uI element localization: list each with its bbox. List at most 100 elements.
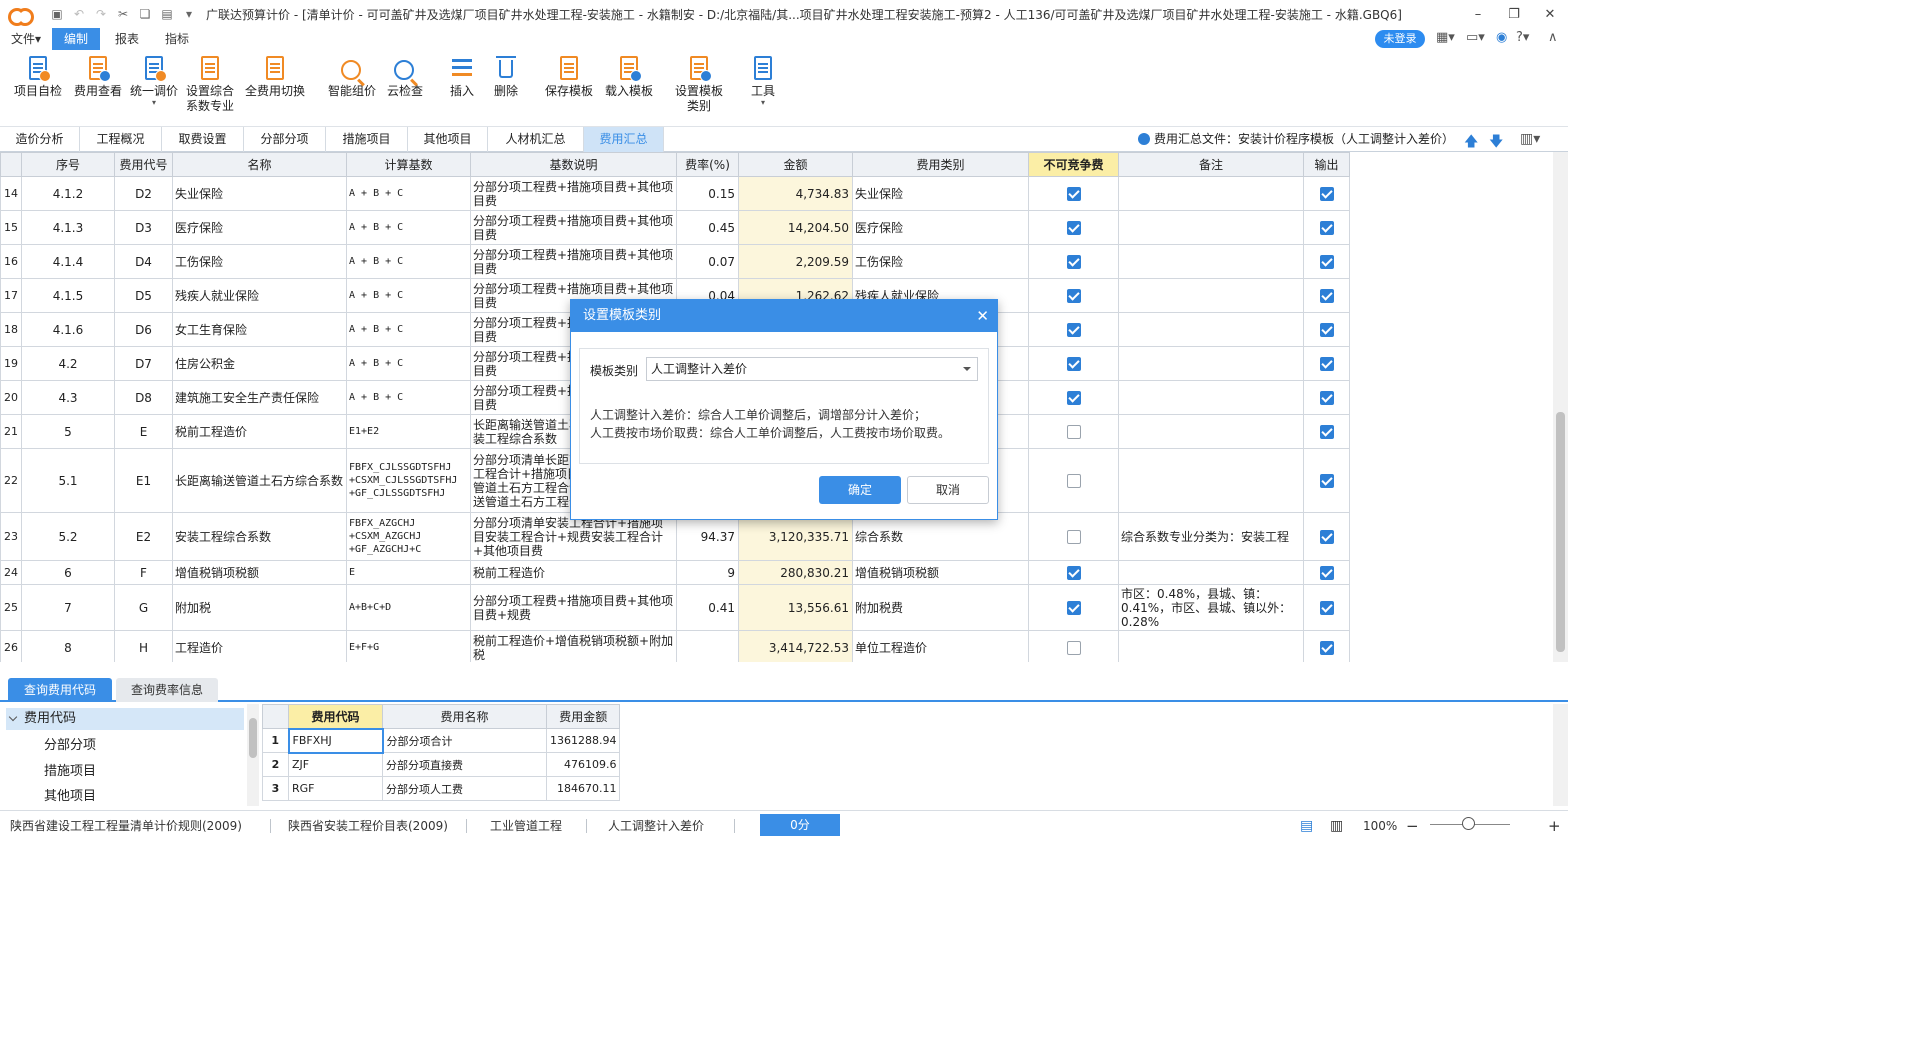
tab-sub-items[interactable]: 分部分项	[244, 127, 326, 152]
code-cell-name[interactable]: 分部分项合计	[382, 728, 547, 753]
cell-seq[interactable]: 4.2	[21, 346, 115, 381]
row-number[interactable]: 17	[0, 278, 22, 313]
cell-seq[interactable]: 4.1.2	[21, 176, 115, 211]
cell-rate[interactable]: 0.41	[676, 584, 739, 631]
full-cost-switch-button[interactable]: 全费用切换	[242, 52, 308, 124]
cell-code[interactable]: D5	[114, 278, 173, 313]
col-base[interactable]: 计算基数	[346, 152, 471, 177]
cell-base[interactable]: A + B + C	[346, 176, 471, 211]
col-seq[interactable]: 序号	[21, 152, 115, 177]
cell-base-desc[interactable]: 分部分项工程费+措施项目费+其他项目费	[470, 210, 677, 245]
cell-name[interactable]: 女工生育保险	[172, 312, 347, 347]
col-amount[interactable]: 金额	[738, 152, 853, 177]
cell-name[interactable]: 残疾人就业保险	[172, 278, 347, 313]
cell-base-desc[interactable]: 税前工程造价+增值税销项税额+附加税	[470, 630, 677, 662]
cell-name[interactable]: 增值税销项税额	[172, 560, 347, 585]
tab-cost-analysis[interactable]: 造价分析	[0, 127, 80, 152]
cell-seq[interactable]: 5.1	[21, 448, 115, 513]
redo-icon[interactable]: ↷	[92, 7, 110, 21]
cell-base[interactable]: A + B + C	[346, 312, 471, 347]
checkbox-checked[interactable]	[1066, 220, 1081, 235]
cell-code[interactable]: D7	[114, 346, 173, 381]
cell-note[interactable]	[1118, 630, 1304, 662]
cell-code[interactable]: G	[114, 584, 173, 631]
cell-base[interactable]: A + B + C	[346, 244, 471, 279]
tree-item-other[interactable]: 其他项目	[44, 785, 96, 804]
code-cell-name[interactable]: 分部分项直接费	[382, 752, 547, 777]
cell-note[interactable]	[1118, 414, 1304, 449]
row-number[interactable]: 18	[0, 312, 22, 347]
table-row[interactable]: 14 4.1.2 D2 失业保险 A + B + C 分部分项工程费+措施项目费+其他项目…	[0, 176, 1350, 211]
cell-name[interactable]: 税前工程造价	[172, 414, 347, 449]
paste-icon[interactable]: ▤	[158, 7, 176, 21]
checkbox-unchecked[interactable]	[1066, 473, 1081, 488]
tree-item-measures[interactable]: 措施项目	[44, 760, 96, 779]
cell-rate[interactable]	[676, 630, 739, 662]
checkbox-checked[interactable]	[1319, 254, 1334, 269]
cell-seq[interactable]: 4.1.5	[21, 278, 115, 313]
cell-rate[interactable]: 0.07	[676, 244, 739, 279]
cell-base-desc[interactable]: 税前工程造价	[470, 560, 677, 585]
checkbox-checked[interactable]	[1066, 186, 1081, 201]
grid-view-icon[interactable]: ▦▾	[1436, 30, 1455, 45]
cell-note[interactable]	[1118, 312, 1304, 347]
customize-icon[interactable]: ▾	[180, 7, 198, 21]
cell-base[interactable]: E1+E2	[346, 414, 471, 449]
collapse-ribbon-icon[interactable]: ∧	[1548, 30, 1558, 45]
cell-base[interactable]: A + B + C	[346, 346, 471, 381]
col-name[interactable]: 名称	[172, 152, 347, 177]
project-check-button[interactable]: 项目自检	[10, 52, 66, 124]
cell-name[interactable]: 附加税	[172, 584, 347, 631]
cell-base-desc[interactable]: 分部分项工程费+措施项目费+其他项目费	[470, 176, 677, 211]
close-window-button[interactable]: ✕	[1532, 0, 1568, 28]
code-cell-code[interactable]: ZJF	[288, 752, 383, 777]
tab-query-rate-info[interactable]: 查询费率信息	[116, 678, 218, 702]
code-col-amount[interactable]: 费用金额	[545, 704, 621, 729]
table-row[interactable]: 24 6 F 增值税销项税额 E 税前工程造价 9 280,830.21 增值税销项税额	[0, 560, 1350, 585]
status-price-list[interactable]: 陕西省安装工程价目表(2009)	[288, 811, 448, 841]
row-number[interactable]: 15	[0, 210, 22, 245]
cell-rate[interactable]: 0.15	[676, 176, 739, 211]
table-row[interactable]: 25 7 G 附加税 A+B+C+D 分部分项工程费+措施项目费+其他项目费+规费 0.41…	[0, 584, 1350, 631]
table-row[interactable]: 26 8 H 工程造价 E+F+G 税前工程造价+增值税销项税额+附加税 3,414,722…	[0, 630, 1350, 662]
col-code[interactable]: 费用代号	[114, 152, 173, 177]
row-number[interactable]: 22	[0, 448, 22, 513]
cell-base[interactable]: A + B + C	[346, 380, 471, 415]
checkbox-unchecked[interactable]	[1066, 640, 1081, 655]
menu-index[interactable]: 指标	[154, 28, 200, 50]
cell-note[interactable]	[1118, 278, 1304, 313]
row-number[interactable]: 21	[0, 414, 22, 449]
cell-base[interactable]: E	[346, 560, 471, 585]
cell-base[interactable]: A+B+C+D	[346, 584, 471, 631]
tools-button[interactable]: 工具 ▾	[740, 52, 786, 124]
col-noncompetitive[interactable]: 不可竞争费	[1028, 152, 1119, 177]
insert-button[interactable]: 插入	[440, 52, 484, 124]
copy-icon[interactable]: ❏	[136, 7, 154, 21]
checkbox-checked[interactable]	[1319, 640, 1334, 655]
cell-name[interactable]: 建筑施工安全生产责任保险	[172, 380, 347, 415]
column-settings-icon[interactable]: ▥▾	[1520, 131, 1540, 147]
status-mode[interactable]: 人工调整计入差价	[608, 811, 704, 841]
cell-base[interactable]: A + B + C	[346, 278, 471, 313]
code-table-scrollbar[interactable]	[1553, 704, 1568, 806]
delete-button[interactable]: 删除	[484, 52, 528, 124]
menu-report[interactable]: 报表	[104, 28, 150, 50]
cell-code[interactable]: D6	[114, 312, 173, 347]
cell-amount[interactable]: 14,204.50	[738, 210, 853, 245]
cell-note[interactable]	[1118, 176, 1304, 211]
code-table-row[interactable]: 1 FBFXHJ 分部分项合计 1361288.94	[262, 727, 621, 754]
cell-note[interactable]	[1118, 346, 1304, 381]
code-row-number[interactable]: 2	[262, 752, 289, 777]
cell-amount[interactable]: 13,556.61	[738, 584, 853, 631]
save-template-button[interactable]: 保存模板	[540, 52, 598, 124]
help-icon[interactable]: ?▾	[1516, 30, 1529, 45]
unified-price-adjust-button[interactable]: 统一调价 ▾	[126, 52, 182, 124]
checkbox-checked[interactable]	[1066, 322, 1081, 337]
cell-note[interactable]	[1118, 448, 1304, 513]
row-number[interactable]: 14	[0, 176, 22, 211]
code-cell-amount[interactable]: 1361288.94	[545, 728, 621, 753]
menu-edit[interactable]: 编制	[52, 28, 100, 50]
zoom-out-button[interactable]: −	[1406, 811, 1419, 841]
cell-code[interactable]: E	[114, 414, 173, 449]
code-row-number[interactable]: 1	[262, 728, 289, 753]
